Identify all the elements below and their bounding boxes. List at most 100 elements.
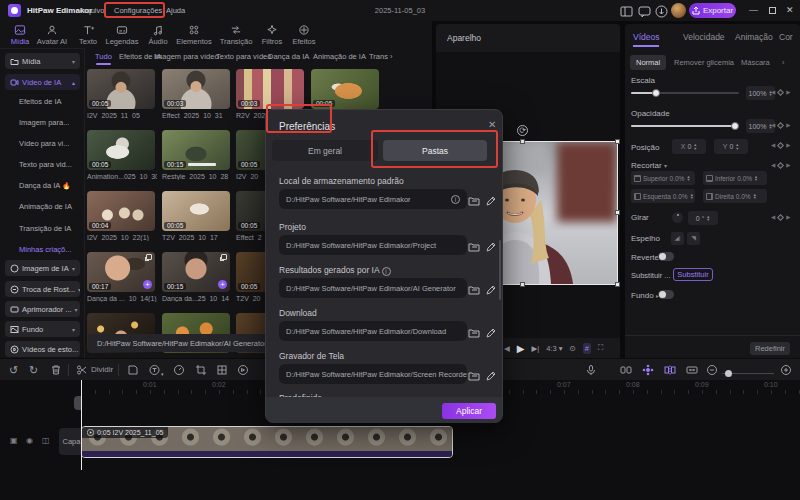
media-tab-imagem-video[interactable]: Imagem para vídeo bbox=[154, 52, 219, 61]
minimize-button[interactable]: — bbox=[749, 5, 758, 16]
sidebar-media-dropdown[interactable]: Mídia▾ bbox=[5, 53, 80, 69]
prev-frame-icon[interactable]: ◀ bbox=[504, 344, 510, 353]
grid-icon[interactable]: # bbox=[583, 343, 591, 354]
field-input[interactable]: D:/HitPaw Software/HitPaw Edimakor/Scree… bbox=[279, 364, 467, 384]
undo-icon[interactable]: ↺ bbox=[9, 363, 18, 377]
girar-keyframe[interactable]: ◀▶ bbox=[771, 214, 790, 220]
media-tab-animacao[interactable]: Animação de IA bbox=[313, 52, 366, 61]
auto-beat-icon[interactable] bbox=[642, 364, 654, 376]
tool-avatar-ai[interactable]: Avatar AI bbox=[32, 24, 72, 46]
text-tool-icon[interactable]: ▾ bbox=[149, 364, 161, 376]
opacidade-keyframe[interactable]: ◀▶ bbox=[771, 122, 790, 128]
media-item[interactable]: 00:15 bbox=[162, 130, 230, 170]
media-tab-texto-video[interactable]: Texto para vídeo bbox=[216, 52, 271, 61]
opacidade-slider[interactable] bbox=[631, 125, 739, 127]
sidebar-item-efeitos-ia[interactable]: Efeitos de IA bbox=[19, 97, 62, 106]
transform-icon[interactable] bbox=[216, 364, 228, 376]
track-lock-icon[interactable]: ▣ bbox=[10, 436, 18, 445]
tool-legendas[interactable]: Legendas bbox=[102, 24, 142, 46]
escala-keyframe[interactable]: ◀▶ bbox=[771, 89, 790, 95]
rotate-handle-icon[interactable]: ⟳ bbox=[517, 125, 528, 136]
redo-icon[interactable]: ↻ bbox=[29, 363, 38, 377]
tool-audio[interactable]: Áudio bbox=[138, 24, 178, 46]
sidebar-item-animacao-ia[interactable]: Animação de IA bbox=[19, 202, 72, 211]
media-item[interactable]: 00:05 bbox=[311, 69, 379, 109]
substituir-button[interactable]: Substituir bbox=[673, 268, 713, 281]
reverter-toggle[interactable] bbox=[658, 252, 674, 261]
open-folder-icon[interactable] bbox=[468, 325, 480, 337]
open-folder-icon[interactable] bbox=[468, 282, 480, 294]
selection-handle[interactable] bbox=[520, 282, 525, 287]
media-item[interactable]: 00:15+ bbox=[162, 252, 230, 292]
zoom-out-icon[interactable] bbox=[706, 364, 718, 376]
snapshot-icon[interactable]: ⊙ bbox=[570, 344, 576, 353]
sidebar-video-ia[interactable]: Vídeo de IA▴ bbox=[5, 74, 80, 90]
fit-icon[interactable] bbox=[686, 364, 698, 376]
record-icon[interactable] bbox=[237, 364, 249, 376]
playhead[interactable] bbox=[81, 380, 82, 470]
recortar-keyframe[interactable]: ◀▶ bbox=[771, 162, 790, 168]
media-item[interactable]: 00:03 bbox=[236, 69, 304, 109]
edit-icon[interactable] bbox=[485, 239, 497, 251]
modes-more-icon[interactable]: › bbox=[782, 58, 785, 67]
field-input[interactable]: D:/HitPaw Software/HitPaw Edimakor/Downl… bbox=[279, 321, 467, 341]
girar-knob[interactable] bbox=[672, 212, 683, 223]
tab-animacao[interactable]: Animação bbox=[735, 32, 773, 42]
track-mute-icon[interactable]: ◫ bbox=[42, 436, 50, 445]
media-item[interactable]: 00:04 bbox=[87, 191, 155, 231]
export-button[interactable]: Exportar bbox=[689, 3, 736, 18]
split-icon[interactable] bbox=[76, 364, 88, 376]
tool-transicao[interactable]: Transição bbox=[216, 24, 256, 46]
speed-icon[interactable] bbox=[173, 364, 185, 376]
feedback-icon[interactable] bbox=[638, 4, 651, 17]
next-frame-icon[interactable]: ▶| bbox=[531, 344, 539, 353]
tab-velocidade[interactable]: Velocidade bbox=[683, 32, 725, 42]
sidebar-aprimorador[interactable]: Aprimorador ...▾ bbox=[5, 301, 80, 317]
sidebar-item-danca-ia[interactable]: Dança da IA 🔥 bbox=[19, 181, 71, 190]
crop-direita[interactable]: Direita0.0%▲▼ bbox=[703, 189, 767, 203]
dividir-label[interactable]: Dividir bbox=[91, 364, 113, 376]
sidebar-item-transicao-ia[interactable]: Transição de IA bbox=[19, 224, 71, 233]
menu-ajuda[interactable]: Ajuda bbox=[166, 6, 185, 15]
edit-icon[interactable] bbox=[485, 282, 497, 294]
track-hide-icon[interactable]: ◉ bbox=[26, 436, 33, 445]
sidebar-item-video-para[interactable]: Vídeo para vi... bbox=[19, 139, 69, 148]
crop-esquerda[interactable]: Esquerda0.0%▲▼ bbox=[631, 189, 695, 203]
play-icon[interactable]: ▶ bbox=[517, 343, 525, 354]
tab-videos[interactable]: Vídeos bbox=[633, 32, 659, 42]
posicao-keyframe[interactable]: ◀▶ bbox=[771, 142, 790, 148]
sidebar-item-texto-para[interactable]: Texto para vid... bbox=[19, 160, 72, 169]
selection-handle[interactable] bbox=[615, 210, 620, 215]
posicao-x[interactable]: X0▲▼ bbox=[672, 139, 706, 154]
tool-elementos[interactable]: Elementos bbox=[174, 24, 214, 46]
mode-normal[interactable]: Normal bbox=[630, 55, 666, 70]
media-tab-danca[interactable]: Dança da IA bbox=[268, 52, 309, 61]
dialog-close-icon[interactable]: ✕ bbox=[488, 119, 496, 130]
timeline-clip[interactable]: 0:05 I2V 2025_11_05 bbox=[81, 426, 453, 458]
sidebar-fundo[interactable]: Fundo▾ bbox=[5, 321, 80, 337]
selection-handle[interactable] bbox=[520, 139, 525, 144]
crop-icon[interactable] bbox=[195, 364, 207, 376]
edit-icon[interactable] bbox=[485, 325, 497, 337]
tab-em-geral[interactable]: Em geral bbox=[272, 140, 378, 161]
mode-mascara[interactable]: Máscara bbox=[741, 58, 770, 67]
edit-icon[interactable] bbox=[485, 368, 497, 380]
maximize-button[interactable] bbox=[769, 7, 776, 14]
open-folder-icon[interactable] bbox=[468, 239, 480, 251]
field-input[interactable]: D:/HitPaw Software/HitPaw Edimakor/Proje… bbox=[279, 235, 467, 255]
edit-icon[interactable] bbox=[485, 193, 497, 205]
sidebar-item-imagem-para[interactable]: Imagem para... bbox=[19, 118, 69, 127]
selection-handle[interactable] bbox=[615, 282, 620, 287]
media-item[interactable]: 00:05 bbox=[87, 69, 155, 109]
media-item[interactable]: 00:03 bbox=[162, 69, 230, 109]
close-button[interactable]: ✕ bbox=[786, 5, 794, 16]
menu-arquivo[interactable]: Arquivo bbox=[79, 6, 104, 15]
aspect-ratio-dropdown[interactable]: 4:3 ▾ bbox=[546, 344, 562, 353]
recortar-label[interactable]: Recortar ▾ bbox=[631, 161, 667, 170]
media-item[interactable]: 00:05 bbox=[87, 130, 155, 170]
sidebar-item-minhas-criacoes[interactable]: Minhas criaçõ... bbox=[19, 245, 72, 254]
sidebar-videos-estoque[interactable]: Vídeos de esto... bbox=[5, 341, 80, 357]
add-icon[interactable]: + bbox=[218, 280, 227, 289]
posicao-y[interactable]: Y0▲▼ bbox=[714, 139, 748, 154]
redefinir-button[interactable]: Redefinir bbox=[750, 342, 790, 355]
